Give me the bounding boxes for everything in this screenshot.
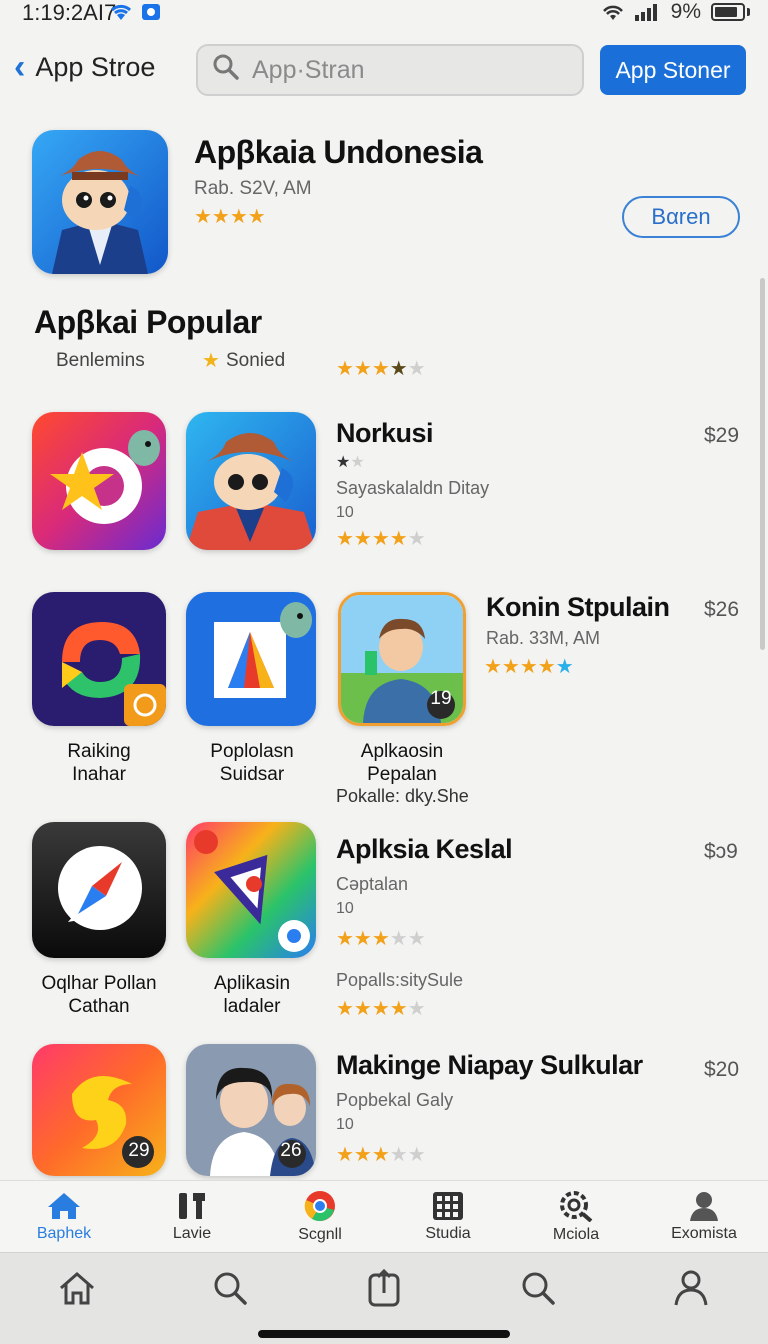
notification-icon	[140, 0, 162, 27]
tab-bar: Baphek Lavie Scgnll Studia Mciola Exomis…	[0, 1180, 768, 1252]
battery-icon	[711, 3, 745, 21]
chevron-left-icon: ‹	[14, 48, 26, 86]
filter-benlemins[interactable]: Benlemins	[56, 350, 145, 372]
featured-title: Apβkaia Undonesia	[194, 134, 483, 170]
tab-exomista[interactable]: Exomista	[640, 1181, 768, 1252]
scrollbar[interactable]	[760, 278, 765, 650]
tab-baphek[interactable]: Baphek	[0, 1181, 128, 1252]
search-icon	[214, 1272, 248, 1305]
open-button[interactable]: Bαren	[622, 196, 740, 238]
gear-search-icon	[560, 1190, 593, 1222]
girls-badge: 26	[280, 1140, 302, 1161]
tab-scgnll[interactable]: Scgnll	[256, 1181, 384, 1252]
signal-icon	[634, 4, 657, 21]
colorful-app-icon[interactable]	[186, 822, 316, 958]
row2-rating: ★★★★★	[484, 656, 574, 678]
row4-rating: ★★★★★	[336, 1144, 426, 1166]
search-icon	[522, 1272, 555, 1305]
share-icon	[368, 1268, 400, 1306]
row4-count: 10	[336, 1116, 354, 1133]
row3-rating2: ★★★★★	[336, 998, 426, 1020]
row1-small-rating: ★★	[336, 454, 365, 471]
home-outline-icon	[59, 1271, 94, 1304]
triangle-app-icon[interactable]	[186, 592, 316, 726]
person-icon	[690, 1191, 718, 1221]
featured-meta: Rab. S2V, AM	[194, 178, 312, 199]
wifi-icon	[602, 5, 623, 20]
profile-icon	[674, 1270, 708, 1305]
row2-price: $26	[704, 598, 740, 621]
back-label: App Stroe	[35, 51, 156, 82]
caption-aplikasin: Aplikasin ladaler	[213, 973, 291, 1017]
detective-app-icon[interactable]	[186, 412, 316, 550]
row3-rating: ★★★★★	[336, 928, 426, 950]
tab-studia[interactable]: Studia	[384, 1181, 512, 1252]
search-bar[interactable]	[196, 44, 584, 96]
home-indicator[interactable]	[258, 1330, 510, 1338]
swirl-app-icon[interactable]	[32, 592, 166, 726]
row3-desc2: Popalls:sitySule	[336, 970, 464, 990]
caption-oqlhar: Oqlhar Pollan Cathan	[41, 973, 157, 1017]
star-app-icon[interactable]	[32, 412, 166, 550]
status-right: 9%	[601, 0, 750, 24]
caption-raiking: Raiking Inahar	[67, 741, 131, 785]
row1-price: $29	[704, 424, 740, 447]
row3-desc: Cəptalan	[336, 874, 409, 894]
caption-aplkaosin: Aplkaosin Pepalan	[360, 741, 444, 785]
nav-home[interactable]	[0, 1253, 154, 1344]
battery-percent: 9%	[670, 0, 701, 23]
caption-aplkaosin-sub: Pokalle: dky.She	[336, 786, 469, 806]
row1-count: 10	[336, 504, 354, 521]
status-time: 1:19:2AI7	[22, 0, 117, 25]
star-icon: ★	[202, 350, 220, 372]
tab-lavie[interactable]: Lavie	[128, 1181, 256, 1252]
back-button[interactable]: ‹ App Stroe	[14, 50, 155, 84]
kid-badge: 19	[430, 688, 452, 709]
grid-icon	[433, 1191, 463, 1220]
icon29-badge: 29	[128, 1140, 150, 1161]
compass-app-icon[interactable]	[32, 822, 166, 958]
row2-meta: Rab. 33M, AM	[486, 628, 601, 648]
row3-title: Aplksia Keslal	[336, 834, 513, 864]
caption-poplolasn: Poplolasn Suidsar	[210, 741, 294, 785]
row1-rating: ★★★★★	[336, 528, 426, 550]
tools-icon	[179, 1192, 205, 1219]
row1-desc: Sayaskalaldn Ditay	[336, 478, 490, 498]
row4-desc: Popbekal Galy	[336, 1090, 454, 1110]
row3-price: $ɔ9	[704, 840, 738, 863]
home-icon	[48, 1192, 80, 1219]
nav-profile[interactable]	[614, 1253, 768, 1344]
app-store-button[interactable]: App Stoner	[600, 45, 746, 95]
featured-rating: ★★★★	[194, 206, 266, 228]
row3-count: 10	[336, 900, 354, 917]
row4-price: $20	[704, 1058, 740, 1081]
wifi-icon	[108, 0, 134, 27]
row4-title: Makinge Niapay Sulkular	[336, 1050, 643, 1080]
search-icon	[212, 53, 240, 88]
tab-mciola[interactable]: Mciola	[512, 1181, 640, 1252]
row1-title: Norkusi	[336, 418, 434, 448]
section-rating: ★★★★★	[336, 358, 426, 380]
chrome-icon	[304, 1190, 335, 1221]
featured-app-icon[interactable]	[32, 130, 168, 274]
row2-title: Konin Stpulain	[486, 592, 670, 622]
section-title: Apβkai Popular	[34, 304, 262, 340]
filter-sonied[interactable]: Sonied	[226, 350, 285, 372]
search-input[interactable]	[252, 55, 552, 85]
